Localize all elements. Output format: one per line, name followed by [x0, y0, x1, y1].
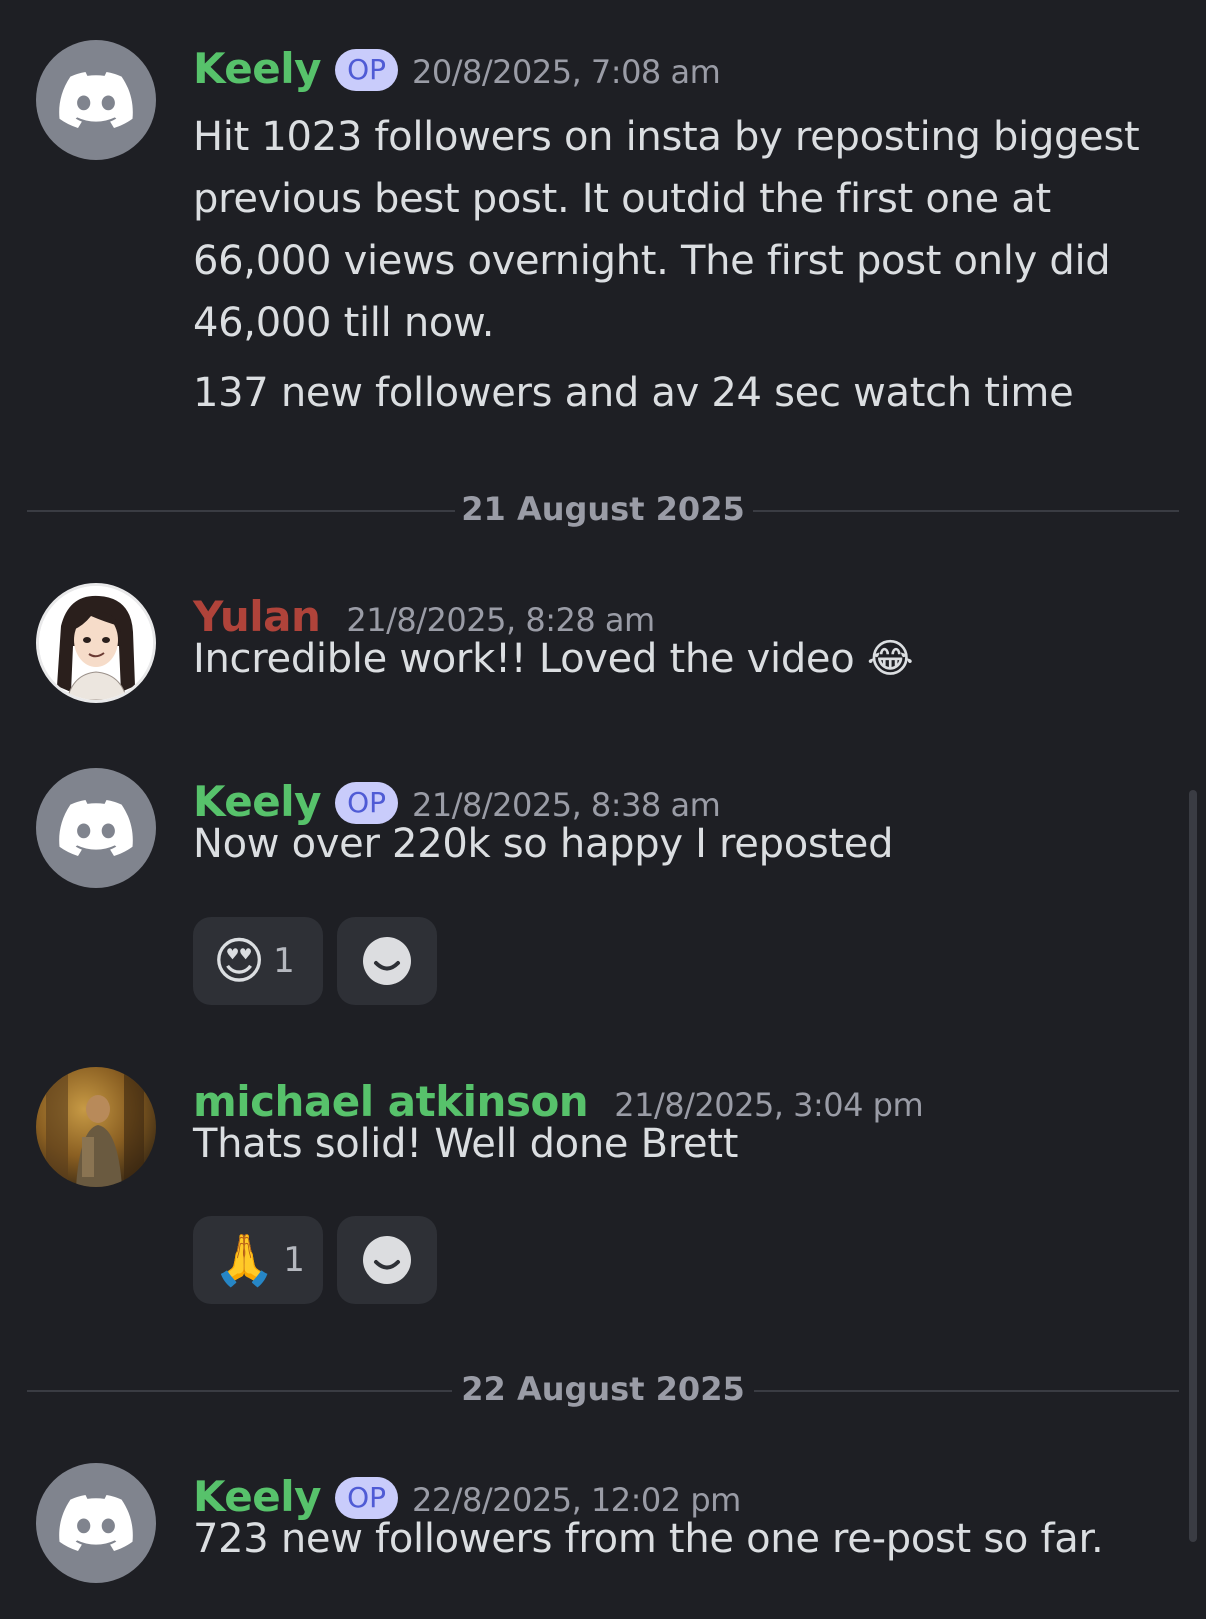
smiley-icon — [363, 1236, 411, 1284]
folded-hands-emoji-icon: 🙏 — [213, 1231, 276, 1289]
discord-logo-icon — [59, 72, 133, 128]
message-text: 723 new followers from the one re-post s… — [193, 1508, 1163, 1570]
date-divider-label: 21 August 2025 — [461, 490, 745, 528]
message-line: 137 new followers and av 24 sec watch ti… — [193, 370, 1074, 416]
avatar[interactable] — [36, 40, 156, 160]
avatar[interactable] — [36, 583, 156, 703]
op-badge: OP — [335, 49, 398, 91]
message-line: Thats solid! Well done Brett — [193, 1121, 739, 1167]
laughing-emoji-icon: 😂 — [866, 636, 914, 682]
avatar[interactable] — [36, 1463, 156, 1583]
heart-eyes-emoji-icon: 😍 — [213, 932, 266, 990]
message-text: Now over 220k so happy I reposted — [193, 813, 1163, 875]
reactions-bar: 😍 1 — [193, 917, 437, 1005]
add-reaction-button[interactable] — [337, 1216, 437, 1304]
michael-avatar-photo — [46, 1067, 144, 1187]
reactions-bar: 🙏 1 — [193, 1216, 437, 1304]
discord-logo-icon — [59, 1495, 133, 1551]
message-line: 723 new followers from the one re-post s… — [193, 1516, 1104, 1562]
message-header: Keely OP 20/8/2025, 7:08 am — [193, 44, 721, 95]
message-text: Hit 1023 followers on insta by reposting… — [193, 106, 1163, 424]
yulan-avatar-illustration — [39, 586, 153, 700]
divider-line-right — [754, 1390, 1179, 1392]
message-keely-1: Keely OP 20/8/2025, 7:08 am Hit 1023 fol… — [0, 0, 1206, 430]
reaction-heart-eyes[interactable]: 😍 1 — [193, 917, 323, 1005]
message-keely-2: Keely OP 21/8/2025, 8:38 am Now over 220… — [0, 745, 1206, 1015]
discord-logo-icon — [59, 800, 133, 856]
divider-line-right — [753, 510, 1179, 512]
message-line: Incredible work!! Loved the video — [193, 636, 855, 682]
date-divider-label: 22 August 2025 — [461, 1370, 745, 1408]
message-michael: michael atkinson 21/8/2025, 3:04 pm That… — [0, 1045, 1206, 1315]
scrollbar[interactable] — [1189, 790, 1197, 1542]
avatar[interactable] — [36, 1067, 156, 1187]
message-line: Hit 1023 followers on insta by reposting… — [193, 114, 1140, 346]
author-name[interactable]: Keely — [193, 44, 322, 93]
reaction-folded-hands[interactable]: 🙏 1 — [193, 1216, 323, 1304]
message-line: Now over 220k so happy I reposted — [193, 821, 894, 867]
message-text: Thats solid! Well done Brett — [193, 1113, 1163, 1175]
message-yulan: Yulan 21/8/2025, 8:28 am Incredible work… — [0, 560, 1206, 710]
avatar[interactable] — [36, 768, 156, 888]
reaction-count: 1 — [273, 941, 295, 981]
message-keely-3: Keely OP 22/8/2025, 12:02 pm 723 new fol… — [0, 1440, 1206, 1619]
timestamp[interactable]: 20/8/2025, 7:08 am — [412, 53, 721, 91]
add-reaction-button[interactable] — [337, 917, 437, 1005]
message-text: Incredible work!! Loved the video 😂 — [193, 628, 1163, 690]
reaction-count: 1 — [283, 1240, 305, 1280]
smiley-icon — [363, 937, 411, 985]
